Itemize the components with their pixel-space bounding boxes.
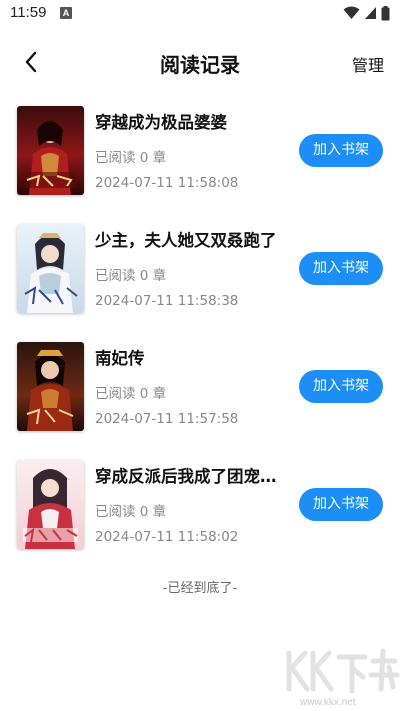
status-icons: [343, 5, 390, 21]
list-item[interactable]: 穿成反派后我成了团宠… 已阅读 0 章 2024-07-11 11:58:02 …: [0, 454, 400, 554]
add-to-bookshelf-button[interactable]: 加入书架: [299, 488, 383, 521]
read-timestamp: 2024-07-11 11:58:08: [95, 175, 239, 191]
list-item[interactable]: 穿越成为极品婆婆 已阅读 0 章 2024-07-11 11:58:08 加入书…: [0, 100, 400, 200]
read-progress: 已阅读 0 章: [95, 268, 167, 284]
watermark-url: www.kkx.net: [300, 697, 356, 708]
add-to-bookshelf-button[interactable]: 加入书架: [299, 370, 383, 403]
book-title: 南妃传: [95, 349, 145, 368]
signal-icon: [365, 7, 376, 19]
status-time: 11:59: [10, 4, 47, 21]
book-title: 少主，夫人她又双叒跑了: [95, 231, 277, 250]
page-title: 阅读记录: [160, 53, 240, 77]
read-timestamp: 2024-07-11 11:58:38: [95, 293, 239, 309]
read-progress: 已阅读 0 章: [95, 386, 167, 402]
book-title: 穿成反派后我成了团宠…: [95, 467, 277, 486]
status-bar: 11:59 A: [0, 0, 400, 28]
back-button[interactable]: [18, 48, 46, 76]
read-timestamp: 2024-07-11 11:57:58: [95, 411, 239, 427]
notification-icon: A: [60, 7, 72, 19]
book-cover-image[interactable]: [17, 106, 84, 195]
list-item[interactable]: 南妃传 已阅读 0 章 2024-07-11 11:57:58 加入书架: [0, 336, 400, 436]
add-to-bookshelf-button[interactable]: 加入书架: [299, 134, 383, 167]
read-progress: 已阅读 0 章: [95, 504, 167, 520]
book-cover-image[interactable]: [17, 224, 84, 313]
read-progress: 已阅读 0 章: [95, 150, 167, 166]
book-title: 穿越成为极品婆婆: [95, 113, 227, 132]
read-timestamp: 2024-07-11 11:58:02: [95, 529, 239, 545]
manage-button[interactable]: 管理: [352, 52, 384, 76]
battery-icon: [381, 5, 390, 20]
chevron-left-icon: [25, 51, 37, 73]
wifi-icon: [343, 6, 360, 19]
header-bar: 阅读记录 管理: [0, 40, 400, 84]
book-cover-image[interactable]: [17, 460, 84, 549]
book-cover-image[interactable]: [17, 342, 84, 431]
list-item[interactable]: 少主，夫人她又双叒跑了 已阅读 0 章 2024-07-11 11:58:38 …: [0, 218, 400, 318]
end-of-list-text: -已经到底了-: [162, 581, 238, 596]
add-to-bookshelf-button[interactable]: 加入书架: [299, 252, 383, 285]
